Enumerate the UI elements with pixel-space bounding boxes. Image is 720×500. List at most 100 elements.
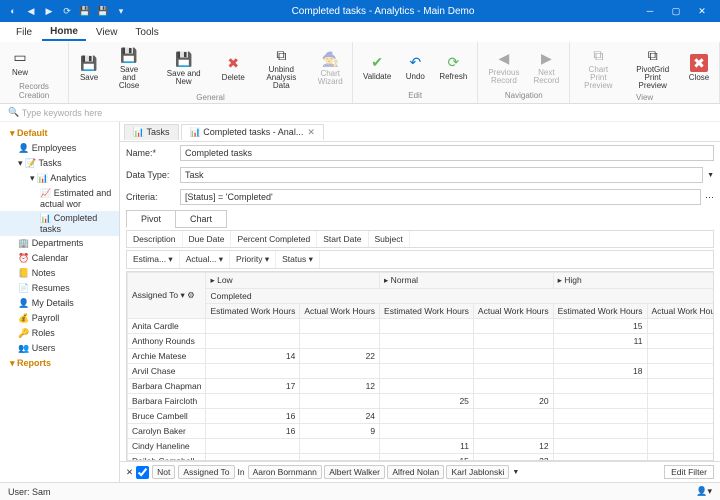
pivot-cell	[380, 364, 474, 379]
pivot-cell	[553, 409, 647, 424]
save-icon[interactable]: 💾	[78, 4, 92, 18]
save-button[interactable]: 💾Save	[73, 52, 105, 84]
navigation-sidebar: ▾ Default👤 Employees▾ 📝 Tasks▾ 📊 Analyti…	[0, 122, 120, 482]
tab-pivot[interactable]: Pivot	[126, 210, 176, 228]
delete-icon: ✖	[224, 54, 242, 72]
ellipsis-icon[interactable]: ⋯	[705, 192, 714, 203]
pivot-cell: 17	[647, 319, 714, 334]
sidebar-item-resumes[interactable]: 📄 Resumes	[0, 281, 119, 296]
pivot-grid[interactable]: Assigned To ▾ ⚙▸ Low▸ Normal▸ HighGrand …	[126, 271, 714, 461]
criteria-field[interactable]: [Status] = 'Completed'	[180, 189, 701, 205]
close-filter-icon[interactable]: ✕	[126, 467, 133, 478]
save-icon: 💾	[80, 54, 98, 72]
undo-icon: ↶	[406, 53, 424, 71]
filter-field-start-date[interactable]: Start Date	[317, 231, 368, 247]
sidebar-item-roles[interactable]: 🔑 Roles	[0, 326, 119, 341]
filter-not[interactable]: Not	[152, 465, 175, 479]
theme-icon[interactable]: ◐	[6, 4, 20, 18]
menu-home[interactable]: Home	[42, 24, 86, 41]
filter-field[interactable]: Assigned To	[178, 465, 234, 479]
chartwiz-icon: 🧙	[321, 50, 339, 68]
unbind-button[interactable]: ⧉Unbind Analysis Data	[252, 44, 310, 92]
menu-file[interactable]: File	[8, 25, 40, 40]
pivot-cell: 14	[206, 349, 300, 364]
filter-value-chip[interactable]: Alfred Nolan	[387, 465, 444, 479]
sidebar-item-my-details[interactable]: 👤 My Details	[0, 296, 119, 311]
sidebar-item-payroll[interactable]: 💰 Payroll	[0, 311, 119, 326]
chevron-down-icon[interactable]: ▼	[707, 172, 714, 179]
menu-tools[interactable]: Tools	[127, 25, 166, 40]
undo-button[interactable]: ↶Undo	[399, 51, 431, 83]
delete-button[interactable]: ✖Delete	[216, 52, 250, 84]
pivotprint-button[interactable]: ⧉PivotGrid Print Preview	[624, 44, 681, 92]
sidebar-group-default[interactable]: ▾ Default	[0, 126, 119, 141]
filter-value-chip[interactable]: Aaron Bornmann	[248, 465, 322, 479]
minimize-button[interactable]: ─	[638, 2, 662, 20]
pivot-cell	[206, 364, 300, 379]
sidebar-item-notes[interactable]: 📒 Notes	[0, 266, 119, 281]
row-header: Dailah Campbell	[128, 454, 206, 462]
datatype-field[interactable]: Task	[180, 167, 703, 183]
tab-chart[interactable]: Chart	[175, 210, 227, 228]
sidebar-item-completed-tasks[interactable]: 📊 Completed tasks	[0, 211, 119, 236]
new-button[interactable]: ▭New	[4, 47, 36, 79]
pivot-cell	[647, 349, 714, 364]
sidebar-item-employees[interactable]: 👤 Employees	[0, 141, 119, 156]
edit-filter-button[interactable]: Edit Filter	[664, 465, 714, 479]
pivot-cell: 12	[473, 439, 553, 454]
pivot-cell: 10	[647, 364, 714, 379]
sidebar-item-users[interactable]: 👥 Users	[0, 341, 119, 356]
sidebar-item-estimated-and-actual-wor[interactable]: 📈 Estimated and actual wor	[0, 186, 119, 211]
tab-tasks[interactable]: 📊 Tasks	[124, 124, 179, 140]
filter-field-subject[interactable]: Subject	[369, 231, 410, 247]
pivot-cell	[553, 349, 647, 364]
col-field[interactable]: Actual... ▾	[180, 251, 230, 268]
pivot-cell	[206, 454, 300, 462]
validate-button[interactable]: ✔Validate	[357, 51, 397, 83]
col-field[interactable]: Status ▾	[276, 251, 320, 268]
saveclose-icon[interactable]: 💾	[96, 4, 110, 18]
next-button: ▶Next Record	[527, 47, 565, 87]
filter-field-percent-completed[interactable]: Percent Completed	[231, 231, 317, 247]
name-field[interactable]: Completed tasks	[180, 145, 714, 161]
filter-field-description[interactable]: Description	[127, 231, 183, 247]
filter-field-due-date[interactable]: Due Date	[183, 231, 232, 247]
chevron-down-icon[interactable]: ▼	[512, 469, 519, 476]
sidebar-item-calendar[interactable]: ⏰ Calendar	[0, 251, 119, 266]
tab-close-icon[interactable]: ✕	[307, 127, 315, 138]
refresh-icon[interactable]: ⟳	[60, 4, 74, 18]
sidebar-item-departments[interactable]: 🏢 Departments	[0, 236, 119, 251]
col-field[interactable]: Estima... ▾	[127, 251, 180, 268]
next-icon: ▶	[537, 49, 555, 67]
pivot-cell: 12	[300, 379, 380, 394]
tab-completed[interactable]: 📊 Completed tasks - Anal... ✕	[181, 124, 324, 140]
search-input[interactable]: Type keywords here	[22, 108, 103, 118]
sidebar-item-tasks[interactable]: ▾ 📝 Tasks	[0, 156, 119, 171]
close-button[interactable]: ✕	[690, 2, 714, 20]
filter-bar: ✕ Not Assigned To In Aaron Bornmann Albe…	[120, 461, 720, 482]
pivot-cell: 20	[473, 394, 553, 409]
col-field[interactable]: Priority ▾	[230, 251, 276, 268]
pivot-cell	[647, 394, 714, 409]
pivot-cell: 25	[380, 394, 474, 409]
pivot-cell	[473, 334, 553, 349]
close-icon: ✖	[690, 54, 708, 72]
prev-icon[interactable]: ◀	[24, 4, 38, 18]
dropdown-icon[interactable]: ▾	[114, 4, 128, 18]
pivot-cell: 15	[553, 319, 647, 334]
pivot-cell	[647, 424, 714, 439]
refresh-button[interactable]: ⟳Refresh	[433, 51, 473, 83]
saveclose-button[interactable]: 💾Save and Close	[107, 44, 151, 92]
next-icon[interactable]: ▶	[42, 4, 56, 18]
filter-enable-checkbox[interactable]	[136, 466, 149, 479]
filter-value-chip[interactable]: Karl Jablonski	[446, 465, 509, 479]
sidebar-group-reports[interactable]: ▾ Reports	[0, 356, 119, 371]
close-button[interactable]: ✖Close	[683, 52, 715, 84]
savenew-button[interactable]: 💾Save and New	[153, 48, 214, 88]
filter-value-chip[interactable]: Albert Walker	[324, 465, 385, 479]
user-icon[interactable]: 👤▾	[696, 486, 712, 497]
menu-view[interactable]: View	[88, 25, 126, 40]
pivot-cell	[380, 409, 474, 424]
maximize-button[interactable]: ▢	[664, 2, 688, 20]
sidebar-item-analytics[interactable]: ▾ 📊 Analytics	[0, 171, 119, 186]
